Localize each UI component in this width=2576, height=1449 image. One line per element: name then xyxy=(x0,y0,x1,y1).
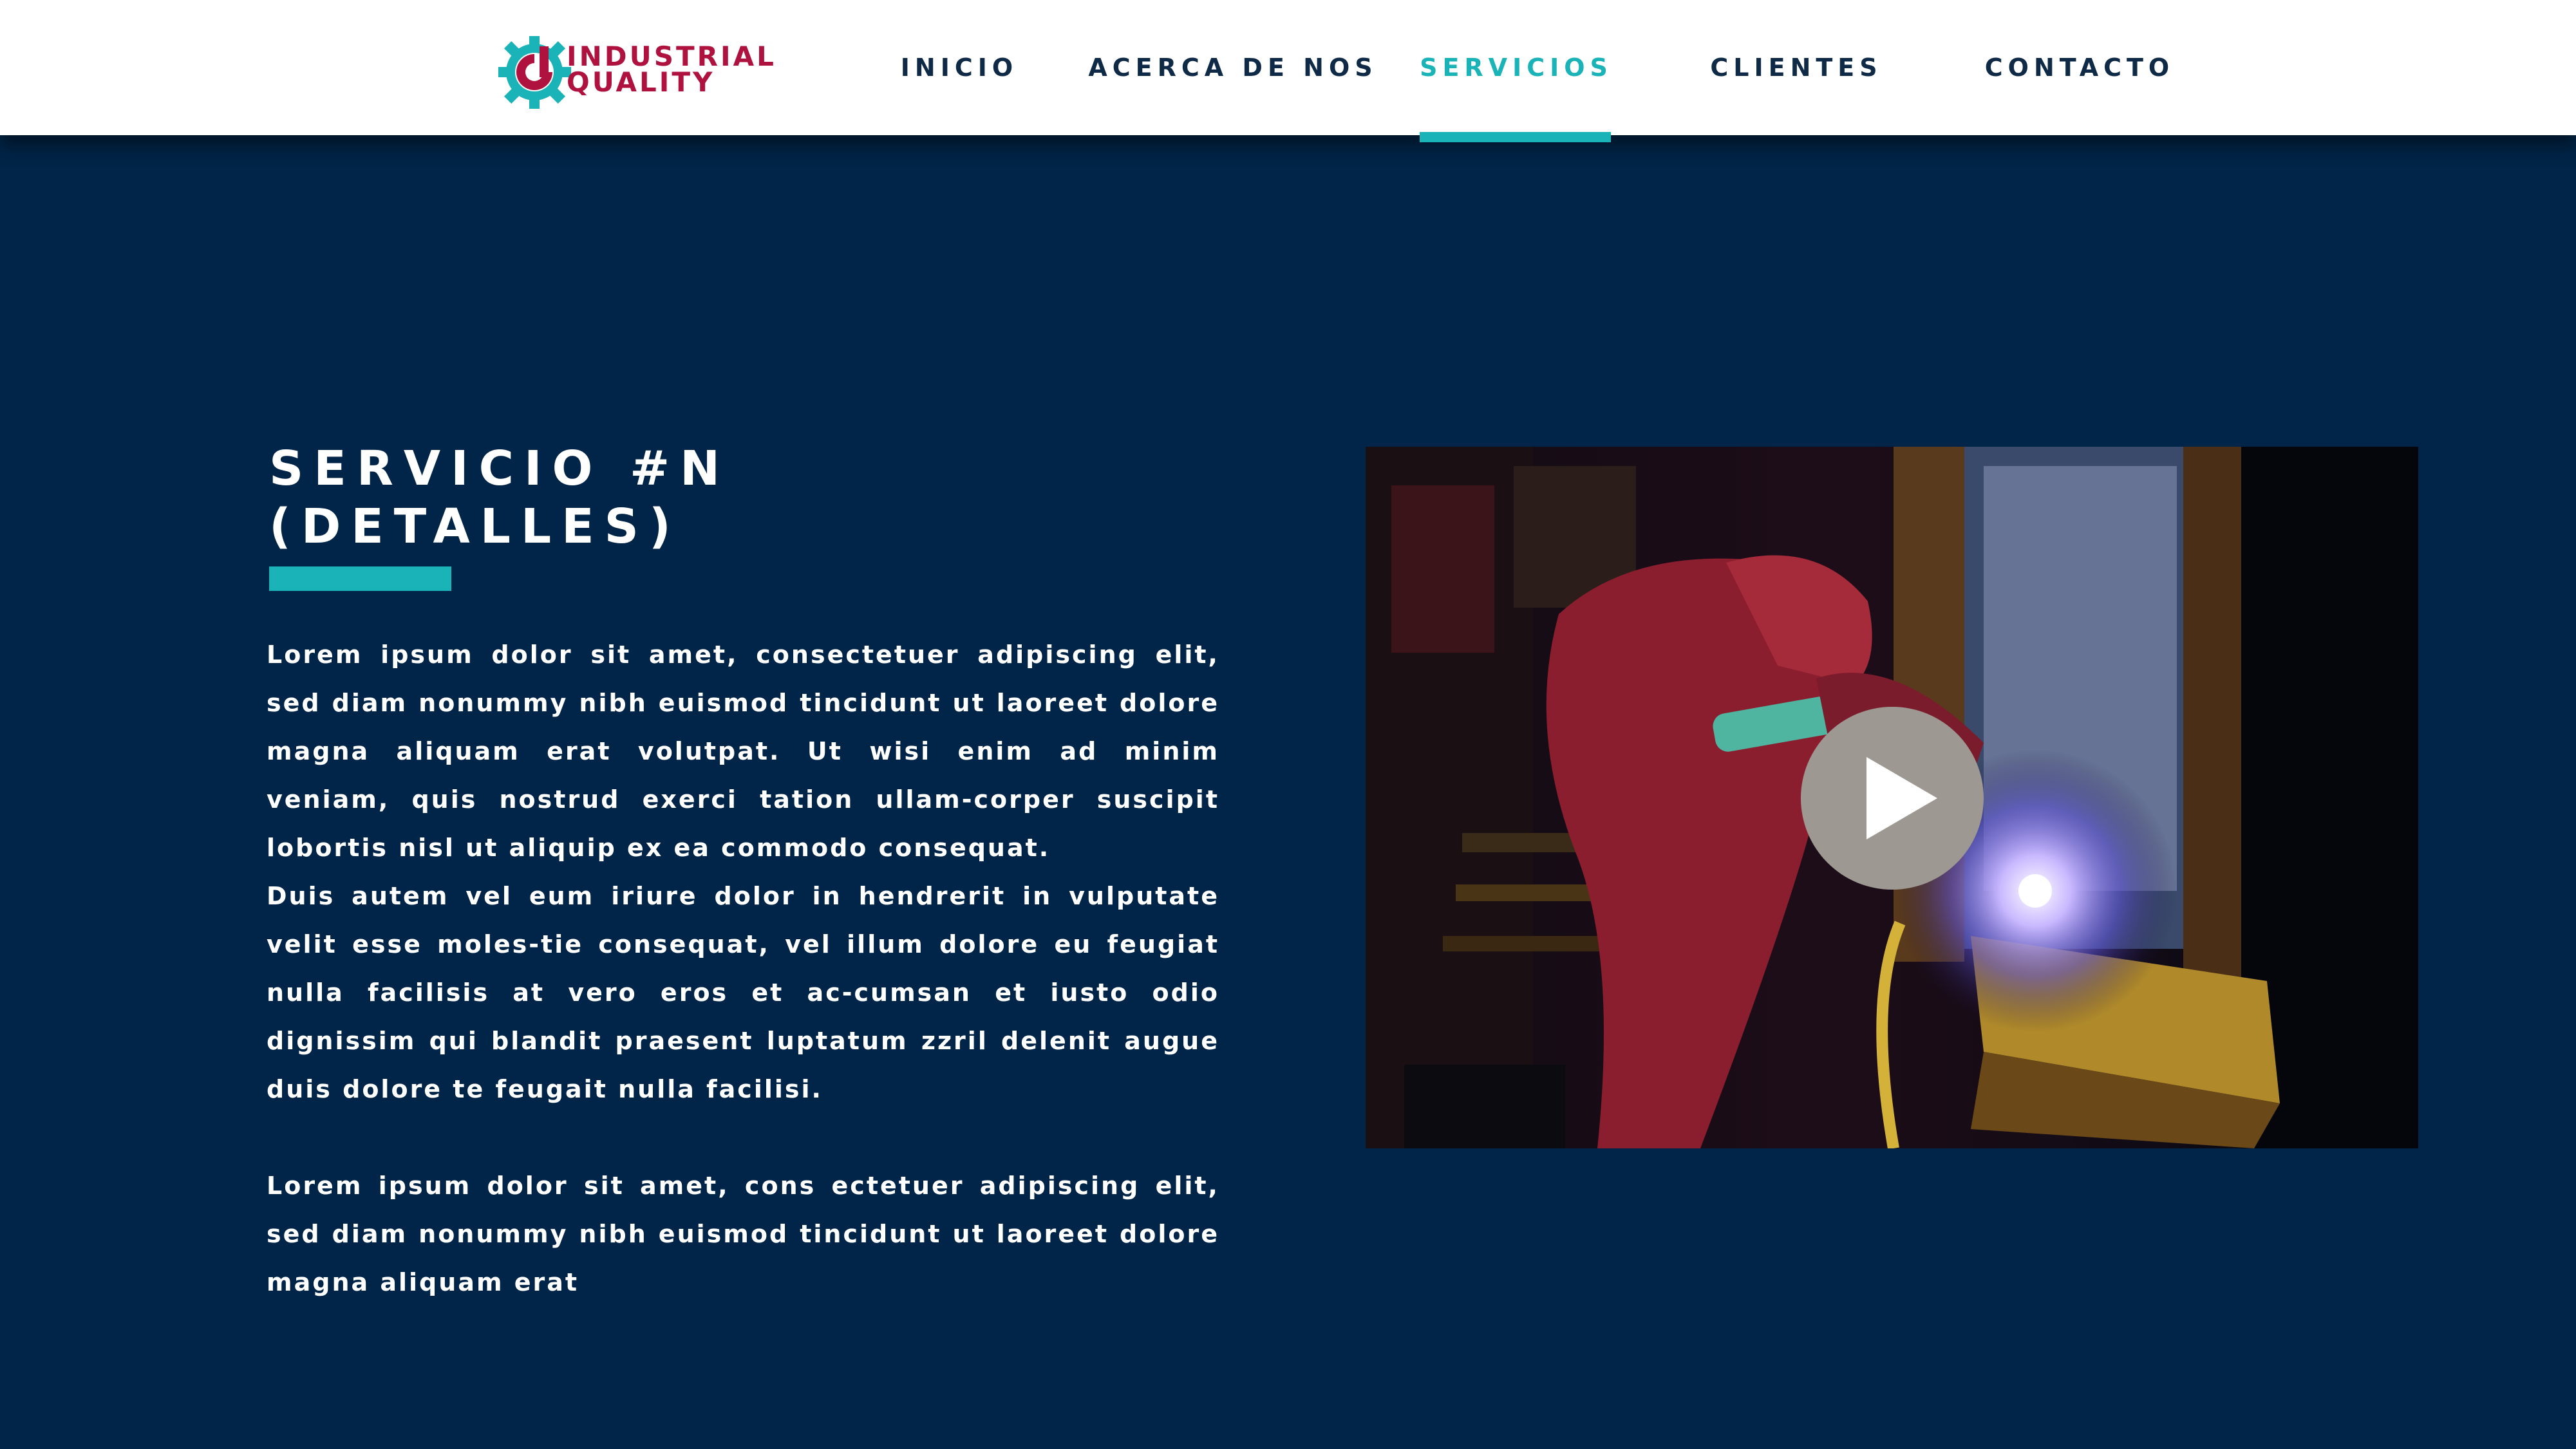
nav-item-contacto[interactable]: CONTACTO xyxy=(1983,0,2176,135)
section-description: Lorem ipsum dolor sit amet, consectetuer… xyxy=(267,631,1219,1307)
video-player[interactable] xyxy=(1366,447,2418,1148)
site-header: INDUSTRIAL QUALITY INICIO ACERCA DE NOS … xyxy=(0,0,2576,135)
section-title: SERVICIO #N (DETALLES) xyxy=(269,440,730,556)
brand-line-1: INDUSTRIAL xyxy=(567,41,776,72)
brand-logo[interactable]: INDUSTRIAL QUALITY xyxy=(494,32,774,113)
paragraph-3: Lorem ipsum dolor sit amet, cons ectetue… xyxy=(267,1172,1219,1296)
nav-item-acerca[interactable]: ACERCA DE NOS xyxy=(1088,0,1372,135)
active-nav-indicator xyxy=(1420,132,1611,142)
play-icon xyxy=(1866,757,1937,839)
nav-item-inicio[interactable]: INICIO xyxy=(882,0,1037,135)
play-button[interactable] xyxy=(1801,707,1984,890)
title-accent-bar xyxy=(269,566,451,591)
nav-item-servicios[interactable]: SERVICIOS xyxy=(1413,0,1619,135)
section-title-line-1: SERVICIO #N xyxy=(269,441,731,496)
paragraph-1: Lorem ipsum dolor sit amet, consectetuer… xyxy=(267,640,1219,862)
nav-item-clientes[interactable]: CLIENTES xyxy=(1700,0,1893,135)
brand-wordmark: INDUSTRIAL QUALITY xyxy=(567,41,776,98)
brand-line-2: QUALITY xyxy=(567,66,715,98)
gear-logo-icon xyxy=(498,36,571,109)
section-title-line-2: (DETALLES) xyxy=(269,499,681,554)
paragraph-2: Duis autem vel eum iriure dolor in hendr… xyxy=(267,882,1219,1103)
